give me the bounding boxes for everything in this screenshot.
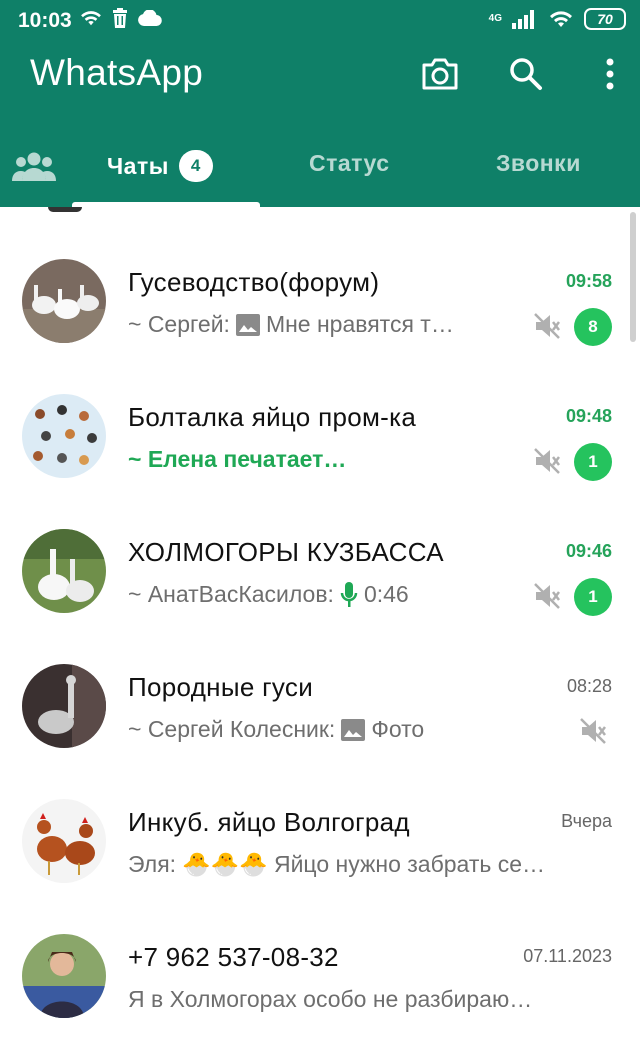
mute-icon — [534, 448, 560, 474]
hatching-chick-emoji: 🐣🐣🐣 — [182, 851, 268, 877]
preview-sender: ~ АнатВасКасилов: — [128, 581, 334, 607]
unread-count-badge: 8 — [574, 308, 612, 346]
menu-icon — [606, 58, 614, 90]
preview-sender: ~ Сергей: — [128, 311, 230, 337]
avatar[interactable] — [22, 259, 106, 343]
preview-text: Фото — [371, 716, 425, 742]
chat-preview: Эля: 🐣🐣🐣 Яйцо нужно забрать се… — [128, 851, 545, 878]
chat-time: 09:58 — [565, 271, 612, 291]
camera-button[interactable] — [418, 52, 462, 96]
tab-status[interactable]: Статус — [309, 150, 390, 177]
image-icon — [235, 313, 260, 336]
mic-icon — [340, 581, 358, 607]
preview-sender: Эля: — [128, 851, 177, 877]
chat-row[interactable]: ХОЛМОГОРЫ КУЗБАССА 09:46 ~ АнатВасКасило… — [0, 477, 640, 616]
tab-calls[interactable]: Звонки — [496, 150, 581, 177]
chat-preview: ~ АнатВасКасилов: 0:46 — [128, 581, 409, 608]
chat-name: Инкуб. яйцо Волгоград — [128, 807, 410, 837]
chat-time: Вчера — [561, 811, 612, 831]
more-options-button[interactable] — [598, 52, 622, 96]
chat-row[interactable]: Породные гуси 08:28 ~ Сергей Колесник: Ф… — [0, 612, 640, 748]
scrollbar[interactable] — [630, 212, 636, 342]
cloud-icon — [138, 10, 162, 26]
search-button[interactable] — [504, 52, 548, 96]
wifi-small-icon — [81, 11, 101, 26]
mute-icon — [534, 313, 560, 339]
status-bar: 10:03 4G 70 — [0, 0, 640, 42]
unread-count-badge: 1 — [574, 443, 612, 481]
chat-name: +7 962 537-08-32 — [128, 942, 339, 972]
chat-name: ХОЛМОГОРЫ КУЗБАССА — [128, 537, 444, 567]
preview-sender: ~ Сергей Колесник: — [128, 716, 336, 742]
tab-chats[interactable]: Чаты 4 — [107, 150, 213, 182]
wifi-icon — [550, 11, 572, 27]
battery-indicator: 70 — [584, 8, 626, 30]
avatar[interactable] — [22, 664, 106, 748]
app-header: 10:03 4G 70 WhatsApp Чаты 4 Статус Звонк… — [0, 0, 640, 207]
search-icon — [510, 58, 542, 90]
chat-name: Породные гуси — [128, 672, 314, 702]
chat-preview: ~ Елена печатает… — [128, 446, 346, 473]
image-icon — [341, 718, 366, 741]
preview-text: Я в Холмогорах особо не разбираю… — [128, 986, 533, 1012]
mute-icon — [534, 583, 560, 609]
chat-preview: ~ Сергей Колесник: Фото — [128, 716, 424, 743]
unread-count-badge: 1 — [574, 578, 612, 616]
chat-preview: Я в Холмогорах особо не разбираю… — [128, 986, 532, 1013]
chat-row[interactable]: Болталка яйцо пром-ка 09:48 ~ Елена печа… — [0, 342, 640, 481]
mute-icon — [580, 718, 606, 744]
community-icon — [12, 152, 56, 181]
chat-name: Болталка яйцо пром-ка — [128, 402, 417, 432]
preview-text: Яйцо нужно забрать се… — [273, 851, 546, 877]
chat-row[interactable]: Инкуб. яйцо Волгоград Вчера Эля: 🐣🐣🐣 Яйц… — [0, 747, 640, 883]
tab-bar: Чаты 4 Статус Звонки — [0, 140, 640, 207]
preview-text: 0:46 — [363, 581, 409, 607]
camera-icon — [422, 58, 458, 90]
status-time: 10:03 — [18, 9, 72, 32]
avatar[interactable] — [22, 529, 106, 613]
avatar[interactable] — [22, 394, 106, 478]
chat-list: Гусеводство(форум) 09:58 ~ Сергей: Мне н… — [0, 207, 640, 1063]
chat-time: 09:48 — [565, 406, 612, 426]
app-title: WhatsApp — [30, 52, 204, 93]
chat-name: Гусеводство(форум) — [128, 267, 380, 297]
avatar[interactable] — [22, 934, 106, 1018]
signal-icon — [512, 10, 534, 29]
chat-row[interactable]: Гусеводство(форум) 09:58 ~ Сергей: Мне н… — [0, 207, 640, 346]
chat-row[interactable]: +7 962 537-08-32 07.11.2023 Я в Холмогор… — [0, 882, 640, 1018]
preview-text: Мне нравятся т… — [265, 311, 454, 337]
chat-preview: ~ Сергей: Мне нравятся т… — [128, 311, 454, 338]
chat-time: 08:28 — [566, 676, 612, 696]
network-type: 4G — [488, 13, 502, 24]
tab-chats-label: Чаты — [107, 152, 169, 179]
chat-time: 07.11.2023 — [523, 946, 612, 966]
tab-community[interactable] — [10, 148, 58, 184]
trash-icon — [113, 8, 127, 28]
typing-indicator: ~ Елена печатает… — [128, 446, 347, 472]
avatar[interactable] — [22, 799, 106, 883]
chat-time: 09:46 — [565, 541, 612, 561]
chats-unread-badge: 4 — [178, 150, 213, 182]
